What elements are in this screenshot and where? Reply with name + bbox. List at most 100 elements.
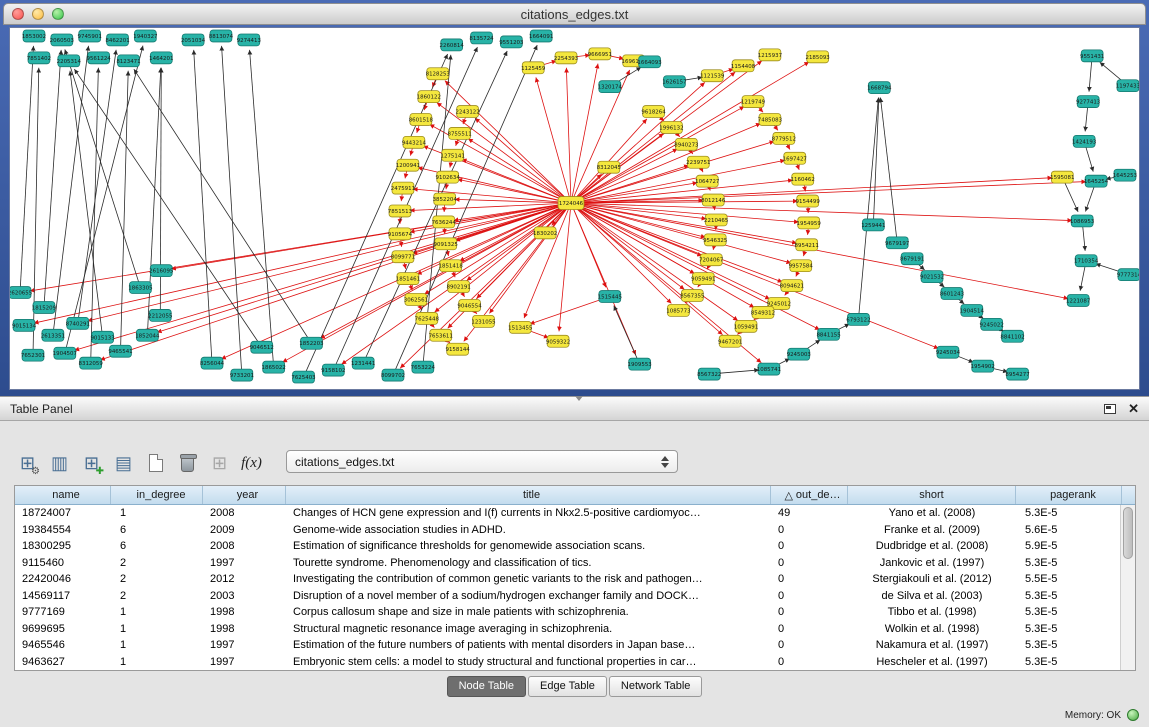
graph-node[interactable]: 2254393 xyxy=(554,52,579,64)
graph-node[interactable]: 1595081 xyxy=(1050,171,1074,183)
tab-node-table[interactable]: Node Table xyxy=(447,676,526,697)
graph-node[interactable]: 1200941 xyxy=(396,159,420,171)
delete-table-icon[interactable] xyxy=(174,450,201,477)
graph-node[interactable]: 8902191 xyxy=(446,281,470,293)
graph-node[interactable]: 7204067 xyxy=(699,254,723,266)
graph-node[interactable]: 1904514 xyxy=(960,304,985,316)
import-table-icon[interactable]: ⊞ ✚ xyxy=(78,450,105,477)
graph-node[interactable]: 1664091 xyxy=(529,30,553,42)
graph-node[interactable]: 9091325 xyxy=(434,238,458,250)
minimize-window-button[interactable] xyxy=(32,8,44,20)
graph-node[interactable]: 8012146 xyxy=(701,194,726,206)
graph-node[interactable]: 1853002 xyxy=(22,30,46,42)
graph-node[interactable]: 9561224 xyxy=(86,52,111,64)
graph-node[interactable]: 1940327 xyxy=(133,30,157,42)
graph-node[interactable]: 9733201 xyxy=(230,369,254,381)
column-header-title[interactable]: title xyxy=(286,486,771,504)
table-settings-icon[interactable]: ⊞ ⚙ xyxy=(14,450,41,477)
graph-node[interactable]: 1626157 xyxy=(662,76,686,88)
graph-node[interactable]: 1275141 xyxy=(441,149,465,161)
graph-node[interactable]: 9046512 xyxy=(250,341,274,353)
graph-node[interactable]: 2060503 xyxy=(50,34,75,46)
graph-node[interactable]: 9666951 xyxy=(588,48,612,60)
float-panel-icon[interactable] xyxy=(1104,404,1116,414)
graph-node[interactable]: 8256044 xyxy=(200,357,225,369)
function-builder-icon[interactable]: f(x) xyxy=(238,450,265,477)
table-row[interactable]: 1872400712008Changes of HCN gene express… xyxy=(15,505,1135,522)
show-columns-icon[interactable]: ▥ xyxy=(46,450,73,477)
table-row[interactable]: 946554611997Estimation of the future num… xyxy=(15,637,1135,654)
graph-node[interactable]: 8094621 xyxy=(780,280,804,292)
graph-node[interactable]: 9105674 xyxy=(388,228,413,240)
graph-node[interactable]: 9467201 xyxy=(718,335,742,347)
graph-node[interactable]: 9618264 xyxy=(641,106,666,118)
graph-node[interactable]: 1851418 xyxy=(439,260,464,272)
graph-node[interactable]: 7653224 xyxy=(411,361,436,373)
graph-node[interactable]: 9465541 xyxy=(108,345,132,357)
graph-node[interactable]: 8779512 xyxy=(772,132,796,144)
graph-node[interactable]: 1645254 xyxy=(1084,175,1109,187)
graph-node[interactable]: 1815209 xyxy=(32,301,57,313)
graph-node[interactable]: 1668794 xyxy=(867,82,892,94)
graph-node[interactable]: 8123471 xyxy=(116,55,140,67)
graph-node[interactable]: 8462201 xyxy=(105,34,129,46)
graph-node[interactable]: 8099771 xyxy=(391,251,415,263)
graph-node[interactable]: 1086953 xyxy=(1070,215,1095,227)
graph-node[interactable]: 9745901 xyxy=(78,30,102,42)
graph-node[interactable]: 9245022 xyxy=(980,318,1004,330)
graph-node[interactable]: 8841155 xyxy=(816,328,840,340)
graph-node[interactable]: 9059491 xyxy=(691,273,715,285)
memory-indicator-icon[interactable] xyxy=(1127,709,1139,721)
graph-node[interactable]: 1125459 xyxy=(521,62,546,74)
graph-node[interactable]: 1954959 xyxy=(797,217,822,229)
table-panel-header[interactable]: Table Panel ✕ xyxy=(0,397,1149,421)
graph-node[interactable]: 1904507 xyxy=(53,347,77,359)
close-window-button[interactable] xyxy=(12,8,24,20)
graph-node[interactable]: 9015134 xyxy=(12,319,37,331)
table-scrollbar[interactable] xyxy=(1120,505,1135,670)
graph-node[interactable]: 2205314 xyxy=(57,55,82,67)
column-header-short[interactable]: short xyxy=(848,486,1016,504)
graph-node[interactable]: 1863305 xyxy=(128,282,152,294)
graph-node[interactable]: 8954277 xyxy=(1005,368,1029,380)
graph-node[interactable]: 1724046 xyxy=(558,197,584,210)
graph-node[interactable]: 1085741 xyxy=(757,363,781,375)
graph-node[interactable]: 2051034 xyxy=(181,34,206,46)
graph-node[interactable]: 1064727 xyxy=(695,175,719,187)
table-row[interactable]: 1830029562008Estimation of significance … xyxy=(15,538,1135,555)
graph-node[interactable]: 1121539 xyxy=(700,70,725,82)
network-graph[interactable]: 1724046812825318601228601518944321412009… xyxy=(10,28,1139,389)
table-row[interactable]: 1456911722003Disruption of a novel membe… xyxy=(15,588,1135,605)
graph-node[interactable]: 7652301 xyxy=(21,349,45,361)
tab-network-table[interactable]: Network Table xyxy=(609,676,703,697)
new-table-icon[interactable] xyxy=(142,450,169,477)
graph-node[interactable]: 9158102 xyxy=(321,364,345,376)
graph-node[interactable]: 1513455 xyxy=(508,321,532,333)
graph-node[interactable]: 9274413 xyxy=(237,34,262,46)
graph-node[interactable]: 7653611 xyxy=(429,329,453,341)
graph-node[interactable]: 1259441 xyxy=(861,219,885,231)
graph-node[interactable]: 8135724 xyxy=(469,32,494,44)
graph-node[interactable]: 8841102 xyxy=(1000,330,1024,342)
table-row[interactable]: 977716911998Corpus callosum shape and si… xyxy=(15,604,1135,621)
graph-node[interactable]: 9102634 xyxy=(436,171,461,183)
graph-node[interactable]: 8813074 xyxy=(209,30,234,42)
graph-node[interactable]: 1664093 xyxy=(637,56,662,68)
graph-node[interactable]: 9245034 xyxy=(936,346,961,358)
graph-node[interactable]: 1160462 xyxy=(791,173,815,185)
graph-node[interactable]: 2613351 xyxy=(41,329,65,341)
graph-node[interactable]: 2185093 xyxy=(806,51,831,63)
row-height-icon[interactable]: ▤ xyxy=(110,450,137,477)
graph-node[interactable]: 1231441 xyxy=(351,357,375,369)
graph-node[interactable]: 2260814 xyxy=(440,39,465,51)
graph-node[interactable]: 2212055 xyxy=(148,309,172,321)
graph-node[interactable]: 1515445 xyxy=(598,291,622,303)
graph-node[interactable]: 2210465 xyxy=(704,214,728,226)
graph-node[interactable]: 8940273 xyxy=(674,138,699,150)
graph-node[interactable]: 3852204 xyxy=(433,193,458,205)
graph-node[interactable]: 1852044 xyxy=(135,329,160,341)
graph-node[interactable]: 1215937 xyxy=(758,49,782,61)
graph-node[interactable]: 1424193 xyxy=(1072,135,1097,147)
graph-node[interactable]: 1464201 xyxy=(149,52,173,64)
graph-node[interactable]: 9245003 xyxy=(787,348,812,360)
